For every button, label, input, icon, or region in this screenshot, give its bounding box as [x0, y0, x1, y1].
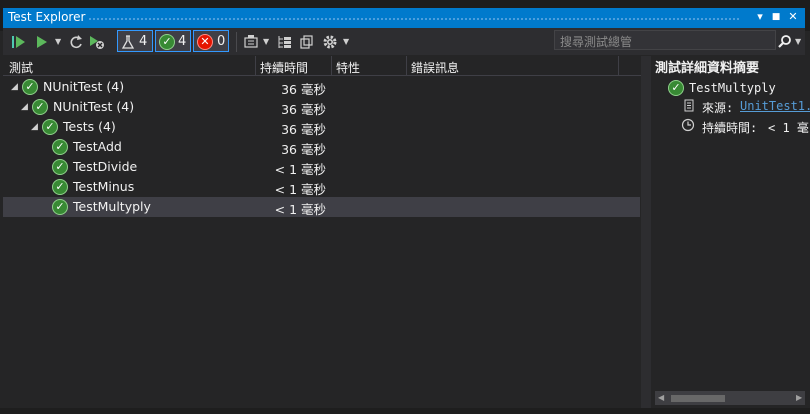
failed-icon: ✕ — [197, 34, 213, 50]
maximize-button[interactable]: ■ — [769, 9, 783, 25]
close-button[interactable]: ✕ — [786, 9, 800, 25]
row-name: TestAdd — [73, 139, 122, 154]
row-duration: 36 毫秒 — [281, 102, 326, 117]
run-all-icon[interactable] — [10, 33, 28, 51]
row-name: NUnitTest (4) — [53, 99, 135, 114]
duration-label: 持續時間: — [702, 121, 758, 135]
expand-triangle-icon[interactable]: ◢ — [21, 103, 29, 112]
scroll-right-icon[interactable]: ▶ — [796, 393, 804, 403]
refresh-icon[interactable] — [68, 33, 84, 51]
passed-icon: ✓ — [52, 199, 68, 215]
row-duration: < 1 毫秒 — [274, 182, 326, 197]
copy-icon[interactable] — [299, 33, 315, 51]
column-divider[interactable] — [618, 56, 619, 75]
column-header-duration[interactable]: 持續時間 — [260, 59, 308, 76]
row-duration: < 1 毫秒 — [274, 202, 326, 217]
gear-icon[interactable] — [321, 33, 339, 51]
column-divider[interactable] — [331, 56, 332, 75]
row-duration: 36 毫秒 — [281, 122, 326, 137]
duration-value: < 1 毫 — [768, 121, 809, 135]
toolbar-separator — [236, 32, 237, 52]
search-placeholder: 搜尋測試總管 — [560, 35, 633, 49]
expand-triangle-icon[interactable]: ◢ — [31, 123, 39, 132]
run-icon[interactable] — [34, 33, 50, 51]
passed-icon: ✓ — [52, 139, 68, 155]
group-by-chevron-icon[interactable]: ▼ — [263, 37, 271, 47]
passed-icon: ✓ — [159, 34, 175, 50]
window-menu-button[interactable]: ▾ — [753, 9, 767, 25]
expand-triangle-icon[interactable]: ◢ — [11, 83, 19, 92]
scroll-left-icon[interactable]: ◀ — [658, 393, 666, 403]
row-name: TestMultyply — [73, 199, 151, 214]
window-title: Test Explorer — [8, 10, 86, 24]
run-dropdown-chevron-icon[interactable]: ▼ — [55, 37, 63, 47]
column-header-error-message[interactable]: 錯誤訊息 — [411, 59, 459, 76]
cancel-run-icon[interactable] — [88, 33, 106, 51]
row-duration: < 1 毫秒 — [274, 162, 326, 177]
hierarchy-icon[interactable] — [276, 33, 294, 51]
source-link[interactable]: UnitTest1. — [740, 99, 810, 113]
passed-count: 4 — [178, 34, 187, 49]
column-divider[interactable] — [255, 56, 256, 75]
playlist-count: 4 — [139, 34, 148, 49]
passed-icon: ✓ — [42, 119, 58, 135]
row-name: TestMinus — [73, 179, 135, 194]
column-header-test[interactable]: 測試 — [9, 59, 33, 76]
settings-chevron-icon[interactable]: ▼ — [343, 37, 351, 47]
row-duration: 36 毫秒 — [281, 82, 326, 97]
search-icon[interactable] — [777, 33, 793, 51]
passed-icon: ✓ — [22, 79, 38, 95]
group-by-icon[interactable] — [242, 33, 260, 51]
column-divider[interactable] — [406, 56, 407, 75]
row-duration: 36 毫秒 — [281, 142, 326, 157]
grid-header — [3, 56, 641, 76]
source-file-icon — [684, 99, 695, 112]
row-name: TestDivide — [73, 159, 138, 174]
passed-icon: ✓ — [32, 99, 48, 115]
search-options-chevron-icon[interactable]: ▼ — [795, 37, 803, 47]
failed-count: 0 — [217, 34, 226, 49]
row-name: NUnitTest (4) — [43, 79, 125, 94]
title-grip — [88, 17, 740, 22]
source-label: 來源: — [702, 101, 734, 115]
editor-strip — [0, 408, 810, 414]
pane-splitter[interactable] — [641, 56, 651, 408]
flask-icon — [121, 33, 135, 51]
clock-icon — [681, 118, 695, 132]
detail-test-name: TestMultyply — [689, 81, 776, 95]
passed-icon: ✓ — [668, 80, 684, 96]
passed-icon: ✓ — [52, 179, 68, 195]
passed-icon: ✓ — [52, 159, 68, 175]
scrollbar-thumb[interactable] — [671, 395, 725, 402]
column-header-traits[interactable]: 特性 — [336, 59, 360, 76]
row-name: Tests (4) — [63, 119, 116, 134]
detail-title: 測試詳細資料摘要 — [655, 61, 760, 76]
